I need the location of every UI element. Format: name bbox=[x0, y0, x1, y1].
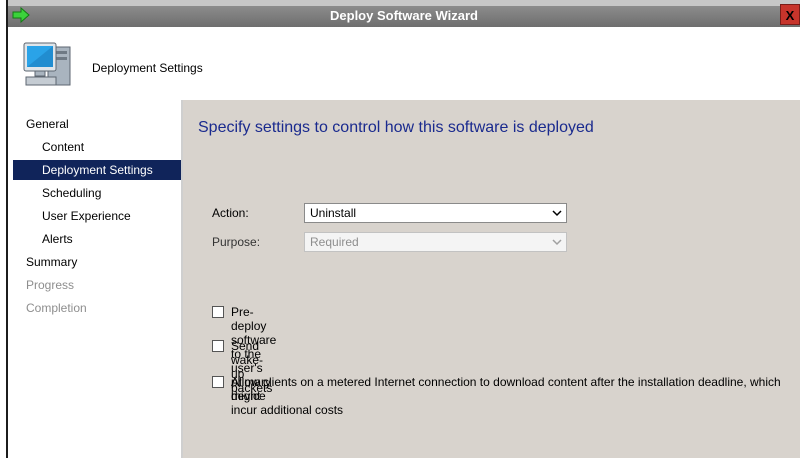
computer-icon bbox=[23, 42, 71, 86]
predeploy-checkbox[interactable] bbox=[212, 306, 224, 318]
nav-item-content[interactable]: Content bbox=[42, 137, 84, 157]
chevron-down-icon bbox=[552, 239, 562, 246]
metered-checkbox[interactable] bbox=[212, 376, 224, 388]
nav-item-scheduling[interactable]: Scheduling bbox=[42, 183, 101, 203]
window-border bbox=[0, 0, 8, 458]
settings-panel: Specify settings to control how this sof… bbox=[183, 100, 800, 458]
purpose-select: Required bbox=[304, 232, 567, 252]
action-label: Action: bbox=[212, 206, 249, 220]
close-button[interactable]: X bbox=[780, 4, 800, 25]
metered-label-line1: Allow clients on a metered Internet conn… bbox=[231, 375, 781, 403]
action-select[interactable]: Uninstall bbox=[304, 203, 567, 223]
wizard-header: Deployment Settings bbox=[8, 27, 800, 101]
window-title: Deploy Software Wizard bbox=[330, 8, 478, 23]
page-title: Specify settings to control how this sof… bbox=[198, 119, 594, 136]
title-bar[interactable]: Deploy Software Wizard X bbox=[8, 0, 800, 27]
chevron-down-icon bbox=[552, 210, 562, 217]
purpose-label: Purpose: bbox=[212, 235, 261, 249]
metered-label: Allow clients on a metered Internet conn… bbox=[231, 375, 791, 417]
purpose-value: Required bbox=[310, 235, 359, 249]
metered-label-line2: incur additional costs bbox=[231, 403, 344, 417]
deploy-software-wizard-window: Deploy Software Wizard X Deployment Sett… bbox=[8, 0, 800, 458]
nav-item-alerts[interactable]: Alerts bbox=[42, 229, 73, 249]
wizard-nav: General Content Deployment Settings Sche… bbox=[8, 100, 183, 458]
nav-item-progress: Progress bbox=[26, 278, 75, 292]
nav-item-deployment-settings[interactable]: Deployment Settings bbox=[13, 160, 181, 180]
nav-item-general[interactable]: General bbox=[26, 114, 69, 134]
header-title: Deployment Settings bbox=[92, 61, 203, 75]
wakeup-checkbox[interactable] bbox=[212, 340, 224, 352]
action-value: Uninstall bbox=[310, 206, 357, 220]
nav-item-completion: Completion bbox=[26, 301, 87, 315]
nav-item-summary[interactable]: Summary bbox=[26, 252, 77, 272]
nav-item-user-experience[interactable]: User Experience bbox=[42, 206, 131, 226]
